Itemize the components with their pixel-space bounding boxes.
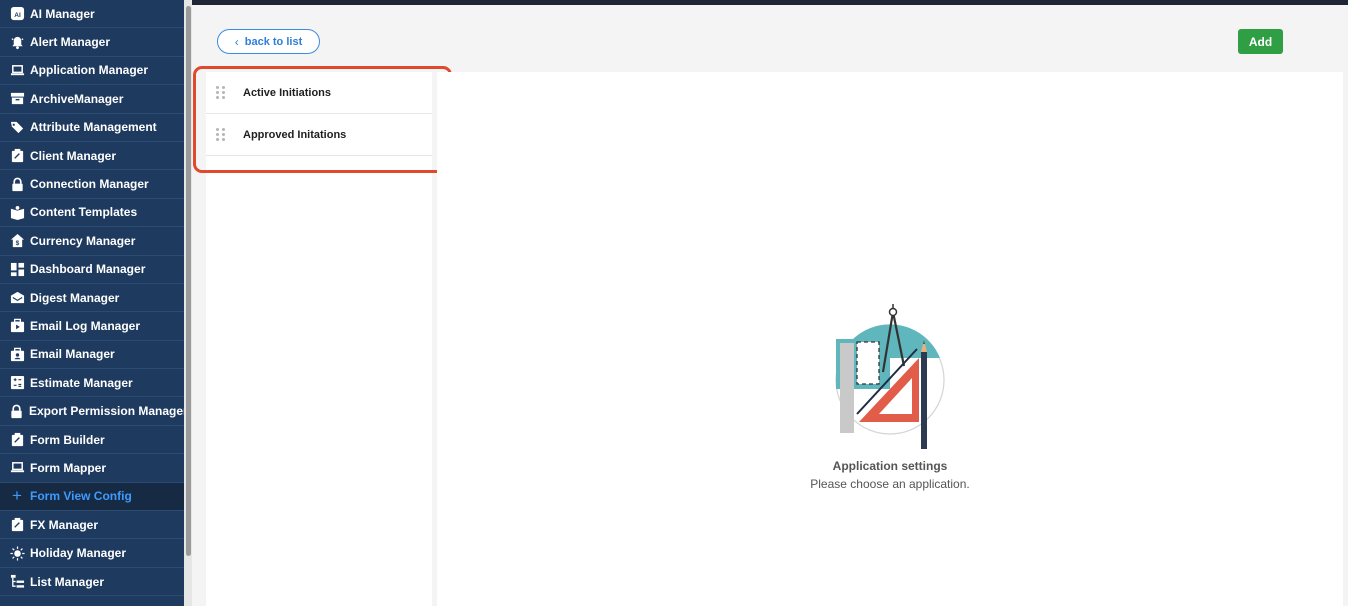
currency-house-icon: $ <box>9 233 25 249</box>
list-item-active-initiations[interactable]: Active Initiations <box>206 72 432 114</box>
sidebar-item-label: Client Manager <box>30 148 117 163</box>
sidebar-item-form-view-config[interactable]: + Form View Config <box>0 482 184 512</box>
sidebar-item-label: Dashboard Manager <box>30 262 146 277</box>
content-panel: Application settings Please choose an ap… <box>437 72 1343 606</box>
lock-icon <box>9 403 24 419</box>
sidebar-item-label: Attribute Management <box>30 120 157 135</box>
sidebar-item-content-templates[interactable]: Content Templates <box>0 199 184 228</box>
sidebar: AI AI Manager Alert Manager Application … <box>0 0 184 606</box>
sidebar-item-label: Estimate Manager <box>30 375 133 390</box>
laptop-icon <box>9 460 25 476</box>
sidebar-item-label: Currency Manager <box>30 233 136 248</box>
sidebar-item-export-permission-manager[interactable]: Export Permission Manager <box>0 397 184 426</box>
list-item-label: Active Initiations <box>243 86 332 99</box>
sidebar-item-ai-manager[interactable]: AI AI Manager <box>0 0 184 29</box>
empty-state-subtitle: Please choose an application. <box>810 477 970 491</box>
ai-icon: AI <box>9 6 25 22</box>
bell-icon <box>9 34 25 50</box>
drag-handle-icon[interactable] <box>216 128 226 142</box>
archive-icon <box>9 91 25 107</box>
sidebar-item-label: Connection Manager <box>30 177 149 192</box>
sidebar-item-digest-manager[interactable]: Digest Manager <box>0 284 184 313</box>
sidebar-item-client-manager[interactable]: Client Manager <box>0 142 184 171</box>
sidebar-item-label: Content Templates <box>30 205 138 220</box>
add-button[interactable]: Add <box>1238 29 1283 54</box>
list-item-label: Approved Initations <box>243 128 347 141</box>
top-bar <box>0 0 1348 5</box>
back-to-list-button[interactable]: ‹ back to list <box>217 29 320 54</box>
sidebar-item-label: Email Manager <box>30 347 115 362</box>
settings-illustration-icon <box>835 304 945 449</box>
sidebar-item-email-log-manager[interactable]: Email Log Manager <box>0 312 184 341</box>
sidebar-item-label: Form Mapper <box>30 460 107 475</box>
sidebar-item-label: List Manager <box>30 574 105 589</box>
sidebar-item-label: AI Manager <box>30 6 95 21</box>
empty-state-title: Application settings <box>832 459 948 473</box>
laptop-icon <box>9 62 25 78</box>
book-icon <box>9 204 25 220</box>
sidebar-item-archive-manager[interactable]: ArchiveManager <box>0 85 184 114</box>
sidebar-item-currency-manager[interactable]: $ Currency Manager <box>0 227 184 256</box>
sidebar-item-label: Alert Manager <box>30 35 111 50</box>
sidebar-item-fx-manager[interactable]: FX Manager <box>0 511 184 540</box>
briefcase-user-icon <box>9 346 25 362</box>
svg-text:$: $ <box>15 241 19 248</box>
sidebar-item-label: Form Builder <box>30 432 105 447</box>
sidebar-item-label: FX Manager <box>30 517 99 532</box>
clipboard-icon <box>9 148 25 164</box>
list-item-approved-initations[interactable]: Approved Initations <box>206 114 432 156</box>
sidebar-scrollbar-thumb[interactable] <box>186 6 191 556</box>
sidebar-item-email-manager[interactable]: Email Manager <box>0 341 184 370</box>
sidebar-item-estimate-manager[interactable]: Estimate Manager <box>0 369 184 398</box>
svg-text:AI: AI <box>14 12 21 19</box>
briefcase-play-icon <box>9 318 25 334</box>
sidebar-item-dashboard-manager[interactable]: Dashboard Manager <box>0 256 184 284</box>
config-list: Active Initiations Approved Initations <box>206 72 432 606</box>
clipboard-icon <box>9 432 25 448</box>
sidebar-item-list-manager[interactable]: List Manager <box>0 568 184 597</box>
sidebar-item-label: Application Manager <box>30 63 149 78</box>
dashboard-icon <box>9 261 25 277</box>
sidebar-item-label: Holiday Manager <box>30 546 127 561</box>
list-tree-icon <box>9 574 25 590</box>
sun-icon <box>9 545 25 561</box>
sidebar-item-label: Digest Manager <box>30 290 120 305</box>
drag-handle-icon[interactable] <box>216 86 226 100</box>
sidebar-item-label: Form View Config <box>30 489 132 504</box>
digest-icon <box>9 290 25 306</box>
sidebar-item-attribute-management[interactable]: Attribute Management <box>0 114 184 142</box>
sidebar-item-form-builder[interactable]: Form Builder <box>0 426 184 455</box>
tags-icon <box>9 119 25 135</box>
clipboard-icon <box>9 517 25 533</box>
sidebar-item-connection-manager[interactable]: Connection Manager <box>0 170 184 199</box>
plus-icon: + <box>12 486 22 506</box>
lock-icon <box>9 176 25 192</box>
sidebar-item-label: Export Permission Manager <box>29 404 184 419</box>
sidebar-item-alert-manager[interactable]: Alert Manager <box>0 28 184 57</box>
chevron-left-icon: ‹ <box>234 34 239 49</box>
sidebar-item-label: Email Log Manager <box>30 318 141 333</box>
back-to-list-label: back to list <box>244 35 303 48</box>
sidebar-item-label: ArchiveManager <box>30 91 124 106</box>
calculator-icon <box>9 375 25 391</box>
sidebar-item-form-mapper[interactable]: Form Mapper <box>0 454 184 483</box>
sidebar-item-application-manager[interactable]: Application Manager <box>0 57 184 86</box>
sidebar-item-holiday-manager[interactable]: Holiday Manager <box>0 539 184 568</box>
